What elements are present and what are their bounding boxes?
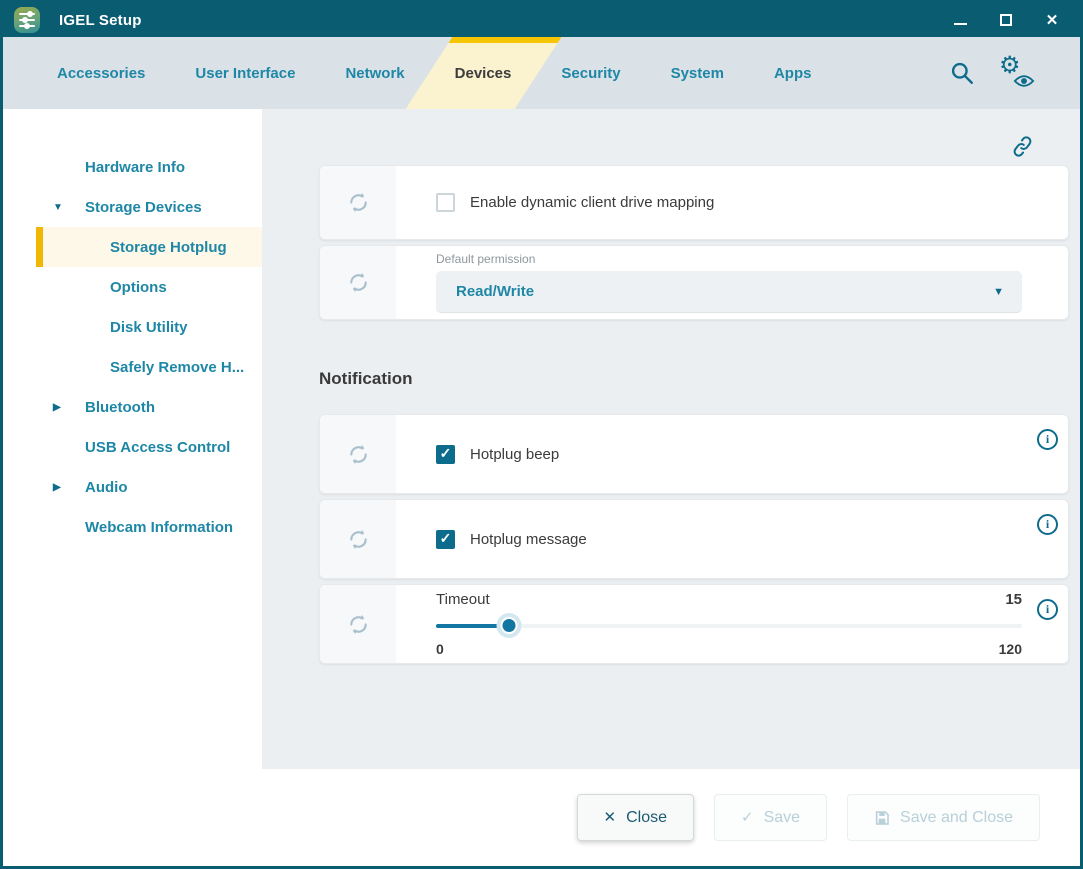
sidebar-item-safely-remove[interactable]: Safely Remove H... [3, 347, 262, 387]
info-icon[interactable]: i [1037, 599, 1058, 620]
maximize-button[interactable] [998, 12, 1014, 28]
reset-column [320, 585, 396, 663]
check-icon: ✓ [440, 446, 452, 460]
slider-label: Timeout [436, 591, 490, 608]
window-controls: ✕ [952, 12, 1068, 28]
collapsed-arrow-icon[interactable]: ▶ [53, 482, 61, 493]
close-window-button[interactable]: ✕ [1044, 12, 1060, 28]
reset-parameter-icon[interactable] [345, 269, 372, 296]
tab-devices[interactable]: Devices [429, 37, 538, 109]
minimize-button[interactable] [952, 12, 968, 28]
sidebar-item-audio[interactable]: ▶ Audio [3, 467, 262, 507]
titlebar: IGEL Setup ✕ [3, 3, 1080, 37]
copy-link-icon[interactable] [1010, 134, 1036, 160]
setting-row-hotplug-message: ✓ Hotplug message i [319, 499, 1069, 579]
reset-parameter-icon[interactable] [345, 189, 372, 216]
eye-icon [1013, 74, 1035, 88]
hotplug-message-checkbox[interactable]: ✓ [436, 530, 455, 549]
checkbox-label: Enable dynamic client drive mapping [470, 194, 714, 211]
sidebar-item-disk-utility[interactable]: Disk Utility [3, 307, 262, 347]
close-icon: ✕ [1046, 13, 1059, 28]
section-title-notification: Notification [319, 369, 1080, 389]
main-tabbar: Accessories User Interface Network Devic… [3, 37, 1080, 109]
select-value: Read/Write [456, 283, 534, 300]
slider-track[interactable] [436, 624, 1022, 628]
floppy-save-icon [874, 810, 890, 826]
slider-fill [436, 624, 509, 628]
tab-network[interactable]: Network [345, 37, 404, 109]
check-icon: ✓ [741, 810, 754, 825]
hotplug-beep-checkbox[interactable]: ✓ [436, 445, 455, 464]
settings-content-panel: Enable dynamic client drive mapping [262, 109, 1080, 769]
search-icon [949, 60, 975, 86]
close-x-icon: ✕ [604, 810, 617, 825]
sidebar-item-webcam-information[interactable]: Webcam Information [3, 507, 262, 547]
default-permission-select[interactable]: Read/Write ▼ [436, 271, 1022, 313]
igel-logo-icon [14, 7, 40, 33]
setting-row-dynamic-drive-mapping: Enable dynamic client drive mapping [319, 165, 1069, 240]
collapsed-arrow-icon[interactable]: ▶ [53, 402, 61, 413]
chevron-down-icon: ▼ [993, 286, 1004, 298]
reset-column [320, 500, 396, 578]
tab-system[interactable]: System [671, 37, 724, 109]
maximize-icon [1000, 14, 1012, 26]
sidebar-item-hardware-info[interactable]: Hardware Info [3, 147, 262, 187]
save-button[interactable]: ✓ Save [714, 794, 827, 841]
tab-security[interactable]: Security [561, 37, 620, 109]
checkbox-label: Hotplug message [470, 531, 587, 548]
expanded-arrow-icon[interactable]: ▼ [53, 202, 63, 213]
check-icon: ✓ [440, 531, 452, 545]
slider-min: 0 [436, 641, 444, 657]
setting-row-default-permission: Default permission Read/Write ▼ [319, 245, 1069, 320]
reset-parameter-icon[interactable] [345, 526, 372, 553]
sidebar-item-bluetooth[interactable]: ▶ Bluetooth [3, 387, 262, 427]
slider-thumb[interactable] [501, 617, 518, 634]
minimize-icon [954, 23, 967, 25]
search-button[interactable] [949, 60, 975, 86]
tab-accessories[interactable]: Accessories [57, 37, 145, 109]
sidebar-item-storage-devices[interactable]: ▼ Storage Devices [3, 187, 262, 227]
window-title: IGEL Setup [59, 12, 142, 29]
settings-nav-sidebar: Hardware Info ▼ Storage Devices Storage … [3, 109, 262, 769]
setting-row-hotplug-beep: ✓ Hotplug beep i [319, 414, 1069, 494]
sidebar-item-options[interactable]: Options [3, 267, 262, 307]
sidebar-item-usb-access-control[interactable]: USB Access Control [3, 427, 262, 467]
footer-action-bar: ✕ Close ✓ Save Save and Close [3, 769, 1080, 866]
slider-current-value: 15 [1005, 591, 1022, 608]
reset-parameter-icon[interactable] [345, 441, 372, 468]
close-button[interactable]: ✕ Close [577, 794, 694, 841]
timeout-slider[interactable] [436, 617, 1022, 634]
dynamic-drive-mapping-checkbox[interactable] [436, 193, 455, 212]
tab-apps[interactable]: Apps [774, 37, 812, 109]
save-and-close-button[interactable]: Save and Close [847, 794, 1040, 841]
expert-view-button[interactable]: ⚙ [999, 58, 1035, 88]
reset-parameter-icon[interactable] [345, 611, 372, 638]
sidebar-item-storage-hotplug[interactable]: Storage Hotplug [36, 227, 262, 267]
info-icon[interactable]: i [1037, 429, 1058, 450]
select-label: Default permission [436, 252, 1068, 266]
reset-column [320, 246, 396, 319]
info-icon[interactable]: i [1037, 514, 1058, 535]
slider-max: 120 [999, 641, 1022, 657]
setting-row-timeout: Timeout 15 0 120 i [319, 584, 1069, 664]
checkbox-label: Hotplug beep [470, 446, 559, 463]
igel-setup-window: IGEL Setup ✕ Accessories User Interface … [0, 0, 1083, 869]
tab-user-interface[interactable]: User Interface [195, 37, 295, 109]
reset-column [320, 166, 396, 239]
reset-column [320, 415, 396, 493]
